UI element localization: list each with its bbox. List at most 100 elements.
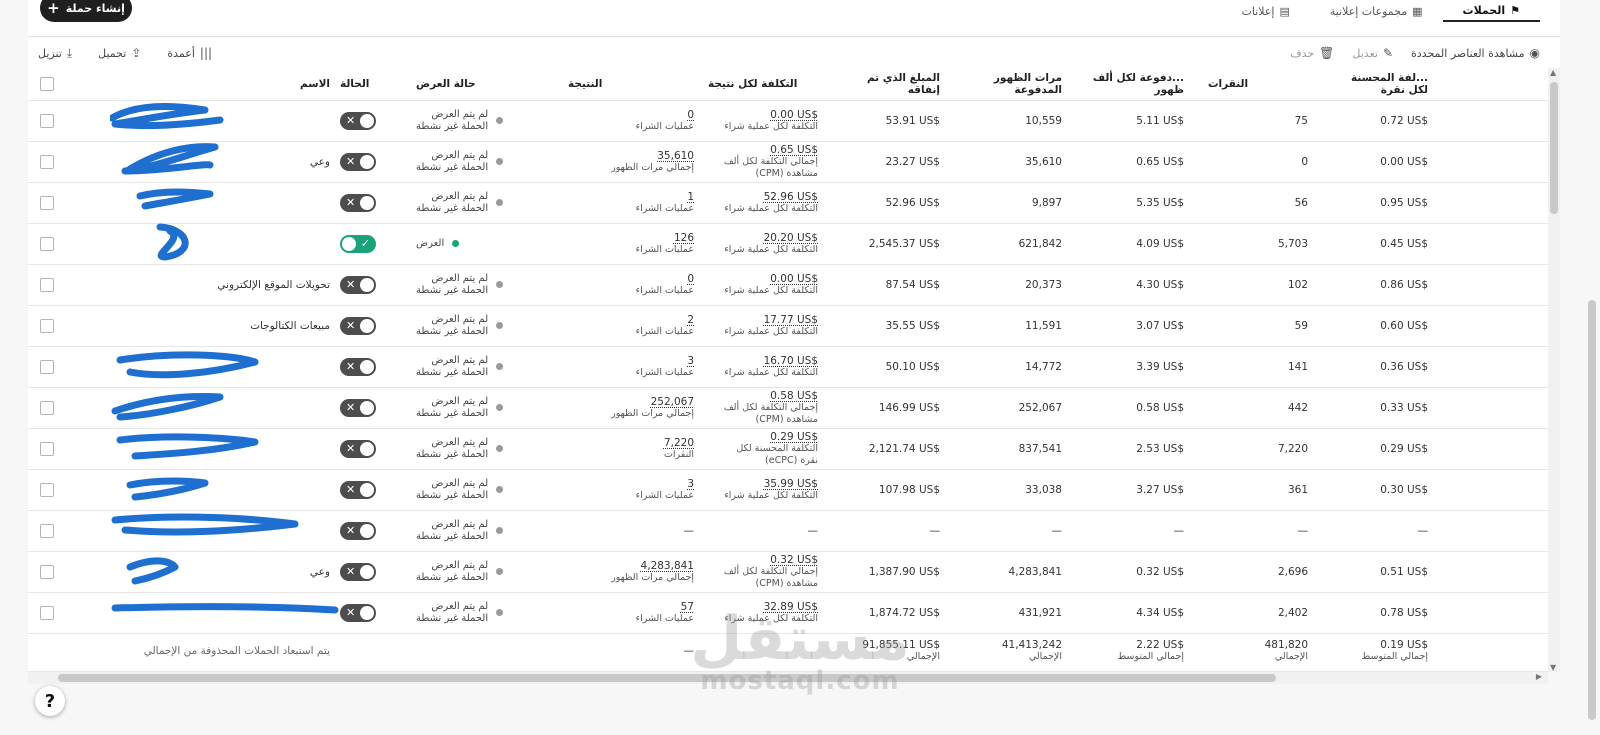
download-button[interactable]: ⤓ تنزيل	[38, 46, 72, 61]
cost-per-result-value[interactable]: 0.32 US$	[770, 554, 818, 566]
result-value[interactable]: 3	[687, 355, 694, 367]
cost-per-result-value[interactable]: 0.00 US$	[770, 109, 818, 121]
tab-adsets[interactable]: ▦ مجموعات إعلانية	[1310, 0, 1443, 22]
campaign-status-toggle[interactable]: ✕	[340, 439, 376, 458]
cost-per-result-value[interactable]: 0.00 US$	[770, 273, 818, 285]
result-value[interactable]: 0	[687, 273, 694, 285]
campaign-status-toggle[interactable]: ✕	[340, 603, 376, 622]
table-row[interactable]: ✕ لم يتم العرض الحملة غير نشطة 0 عمليات الشر…	[28, 100, 1548, 142]
campaign-name-cell[interactable]	[80, 100, 330, 141]
campaign-name-cell[interactable]	[80, 182, 330, 223]
table-row[interactable]: ✕ لم يتم العرض الحملة غير نشطة 7,220 النقرات…	[28, 428, 1548, 470]
header-cpm[interactable]: ...دفوعة لكل ألف ظهور	[1078, 68, 1184, 100]
tab-ads[interactable]: ▤ إعلانات	[1221, 0, 1309, 22]
table-row[interactable]: ✕ لم يتم العرض الحملة غير نشطة 252,067 إجمال…	[28, 387, 1548, 429]
campaign-name[interactable]: تحويلات الموقع الإلكتروني	[217, 279, 330, 291]
header-amount-spent[interactable]: المبلغ الذي تم إنفاقه	[838, 68, 940, 100]
campaign-name[interactable]: مبيعات الكتالوجات	[250, 320, 330, 332]
table-row[interactable]: ✕ لم يتم العرض الحملة غير نشطة — — — — — — —	[28, 510, 1548, 552]
scroll-down-arrow-icon[interactable]: ▼	[1550, 663, 1556, 672]
campaign-name-cell[interactable]	[80, 346, 330, 387]
header-cpc[interactable]: ...لفة المحسنة لكل نقرة	[1328, 68, 1428, 100]
campaign-status-toggle[interactable]: ✕	[340, 152, 376, 171]
campaign-status-toggle[interactable]: ✓	[340, 234, 376, 253]
row-checkbox[interactable]	[40, 605, 54, 620]
columns-button[interactable]: ||| أعمدة	[167, 46, 212, 60]
campaign-name-cell[interactable]: مبيعات الكتالوجات	[80, 305, 330, 346]
create-campaign-button[interactable]: + إنشاء حملة	[40, 0, 132, 22]
page-scroll-thumb[interactable]	[1588, 300, 1596, 720]
header-cost-per-result[interactable]: التكلفة لكل نتيجة	[708, 68, 818, 100]
result-value[interactable]: —	[684, 525, 695, 537]
tab-campaigns[interactable]: ⚑ الحملات	[1442, 0, 1540, 22]
campaign-status-toggle[interactable]: ✕	[340, 480, 376, 499]
row-checkbox[interactable]	[40, 195, 54, 210]
campaign-name-cell[interactable]: وعي	[80, 141, 330, 182]
row-checkbox[interactable]	[40, 523, 54, 538]
header-paid-impressions[interactable]: مرات الظهور المدفوعة	[958, 68, 1062, 100]
table-row[interactable]: وعي ✕ لم يتم العرض الحملة غير نشطة 4,283,841…	[28, 551, 1548, 593]
select-all-checkbox[interactable]	[40, 77, 54, 91]
row-checkbox[interactable]	[40, 564, 54, 579]
result-value[interactable]: 1	[687, 191, 694, 203]
table-row[interactable]: ✓ العرض 126 عمليات الشراء 20.20 US$ التكلفة ل…	[28, 223, 1548, 265]
result-value[interactable]: 2	[687, 314, 694, 326]
campaign-name-cell[interactable]: تحويلات الموقع الإلكتروني	[80, 264, 330, 305]
campaign-status-toggle[interactable]: ✕	[340, 398, 376, 417]
table-row[interactable]: مبيعات الكتالوجات ✕ لم يتم العرض الحملة غير…	[28, 305, 1548, 347]
campaign-name-cell[interactable]: وعي	[80, 551, 330, 592]
cost-per-result-value[interactable]: 0.58 US$	[770, 390, 818, 402]
header-name[interactable]: الاسم	[80, 68, 330, 100]
row-checkbox[interactable]	[40, 154, 54, 169]
result-value[interactable]: 7,220	[664, 437, 694, 449]
cost-per-result-value[interactable]: 20.20 US$	[764, 232, 818, 244]
cost-per-result-value[interactable]: 0.65 US$	[770, 144, 818, 156]
campaign-status-toggle[interactable]: ✕	[340, 193, 376, 212]
result-value[interactable]: 35,610	[657, 150, 694, 162]
table-row[interactable]: ✕ لم يتم العرض الحملة غير نشطة 1 عمليات الشر…	[28, 182, 1548, 224]
result-value[interactable]: 4,283,841	[641, 560, 694, 572]
result-value[interactable]: 0	[687, 109, 694, 121]
campaign-name-cell[interactable]	[80, 223, 330, 264]
row-checkbox[interactable]	[40, 277, 54, 292]
header-status[interactable]: الحالة	[340, 68, 380, 100]
cost-per-result-value[interactable]: 16.70 US$	[764, 355, 818, 367]
upload-button[interactable]: ⇪ تحميل	[98, 46, 141, 60]
cost-per-result-value[interactable]: 52.96 US$	[764, 191, 818, 203]
campaign-status-toggle[interactable]: ✕	[340, 316, 376, 335]
row-checkbox[interactable]	[40, 400, 54, 415]
campaign-status-toggle[interactable]: ✕	[340, 521, 376, 540]
row-checkbox[interactable]	[40, 482, 54, 497]
cost-per-result-value[interactable]: 35.99 US$	[764, 478, 818, 490]
campaign-name-cell[interactable]	[80, 469, 330, 510]
row-checkbox[interactable]	[40, 236, 54, 251]
campaign-name-cell[interactable]	[80, 510, 330, 551]
campaign-status-toggle[interactable]: ✕	[340, 111, 376, 130]
campaign-status-toggle[interactable]: ✕	[340, 275, 376, 294]
cost-per-result-value[interactable]: 17.77 US$	[764, 314, 818, 326]
table-row[interactable]: ✕ لم يتم العرض الحملة غير نشطة 3 عمليات الشر…	[28, 346, 1548, 388]
row-checkbox[interactable]	[40, 359, 54, 374]
scroll-right-arrow-icon[interactable]: ▶	[1536, 672, 1542, 681]
row-checkbox[interactable]	[40, 441, 54, 456]
cost-per-result-value[interactable]: —	[808, 525, 819, 537]
row-checkbox[interactable]	[40, 113, 54, 128]
vertical-scroll-thumb[interactable]	[1550, 82, 1558, 214]
campaign-name-cell[interactable]	[80, 592, 339, 633]
table-row[interactable]: وعي ✕ لم يتم العرض الحملة غير نشطة 35,610 إجم…	[28, 141, 1548, 183]
table-vertical-scrollbar[interactable]: ▲ ▼	[1548, 68, 1560, 672]
cost-per-result-value[interactable]: 0.29 US$	[770, 431, 818, 443]
campaign-name-cell[interactable]	[80, 428, 330, 469]
header-clicks[interactable]: النقرات	[1208, 68, 1308, 100]
header-result[interactable]: النتيجة	[568, 68, 694, 100]
table-row[interactable]: ✕ لم يتم العرض الحملة غير نشطة 3 عمليات الشر…	[28, 469, 1548, 511]
table-row[interactable]: تحويلات الموقع الإلكتروني ✕ لم يتم العرض ال…	[28, 264, 1548, 306]
campaign-status-toggle[interactable]: ✕	[340, 357, 376, 376]
row-checkbox[interactable]	[40, 318, 54, 333]
horizontal-scroll-thumb[interactable]	[58, 674, 1276, 682]
help-button[interactable]: ?	[35, 686, 65, 716]
scroll-up-arrow-icon[interactable]: ▲	[1550, 68, 1556, 77]
campaign-status-toggle[interactable]: ✕	[340, 562, 376, 581]
delete-button[interactable]: 🗑 حذف	[1290, 46, 1334, 60]
result-value[interactable]: 252,067	[651, 396, 694, 408]
